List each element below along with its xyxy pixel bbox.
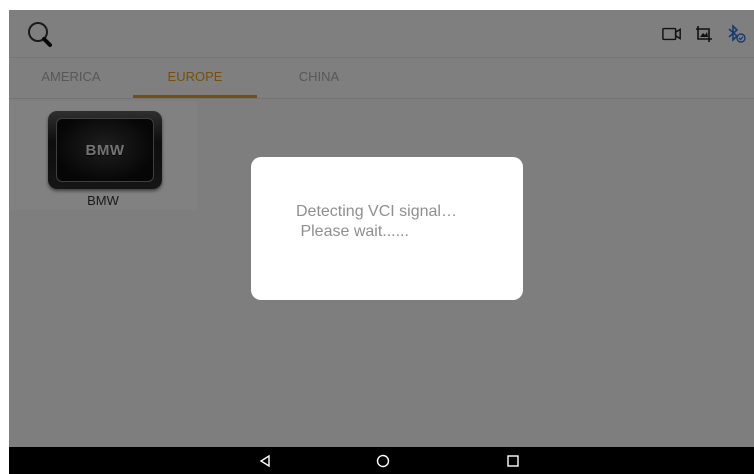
home-icon[interactable] xyxy=(363,447,403,474)
vci-detect-dialog: Detecting VCI signal… Please wait...... xyxy=(251,157,523,300)
recents-icon[interactable] xyxy=(493,447,533,474)
back-icon[interactable] xyxy=(245,447,285,474)
dialog-line-1: Detecting VCI signal… xyxy=(296,203,457,220)
system-navigation-bar xyxy=(9,447,754,474)
dialog-message: Detecting VCI signal… Please wait...... xyxy=(296,202,457,242)
dialog-line-2: Please wait...... xyxy=(296,223,409,240)
